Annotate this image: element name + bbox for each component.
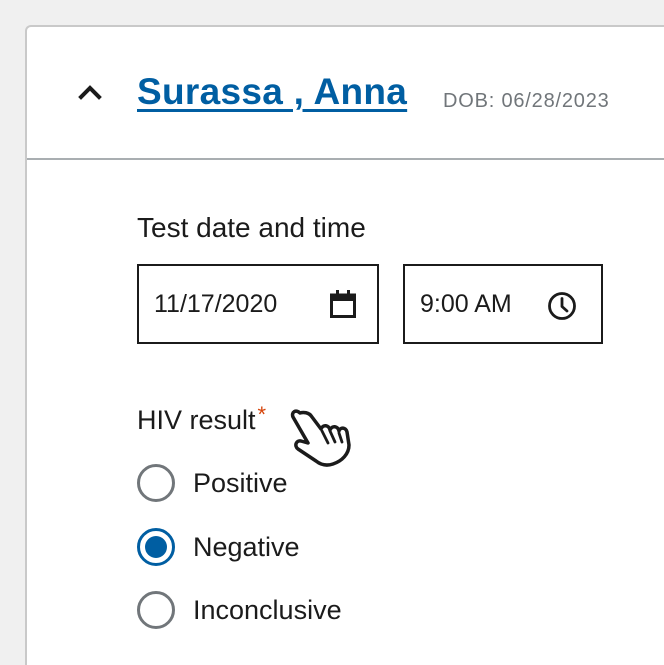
test-time-input[interactable]: 9:00 AM [403,264,603,344]
radio-negative[interactable] [137,528,175,566]
radio-option-negative[interactable]: Negative [137,527,300,567]
radio-label-negative[interactable]: Negative [193,532,300,563]
test-time-value: 9:00 AM [420,290,512,318]
radio-option-positive[interactable]: Positive [137,463,288,503]
radio-option-inconclusive[interactable]: Inconclusive [137,590,342,630]
patient-name-link[interactable]: Surassa , Anna [137,71,407,113]
calendar-icon[interactable] [329,289,357,319]
hiv-result-label: HIV result* [137,402,267,436]
radio-label-inconclusive[interactable]: Inconclusive [193,595,342,626]
patient-card: Surassa , Anna DOB: 06/28/2023 Test date… [25,25,664,665]
patient-card-header: Surassa , Anna DOB: 06/28/2023 [27,27,664,160]
test-date-value: 11/17/2020 [154,290,278,318]
radio-label-positive[interactable]: Positive [193,468,288,499]
test-date-input[interactable]: 11/17/2020 [137,264,379,344]
required-asterisk: * [257,402,267,427]
clock-icon[interactable] [547,291,577,321]
hiv-result-label-text: HIV result [137,405,256,435]
radio-inconclusive[interactable] [137,591,175,629]
test-datetime-label: Test date and time [137,212,366,243]
patient-dob: DOB: 06/28/2023 [443,90,610,112]
radio-positive[interactable] [137,464,175,502]
chevron-up-icon[interactable] [77,83,103,101]
